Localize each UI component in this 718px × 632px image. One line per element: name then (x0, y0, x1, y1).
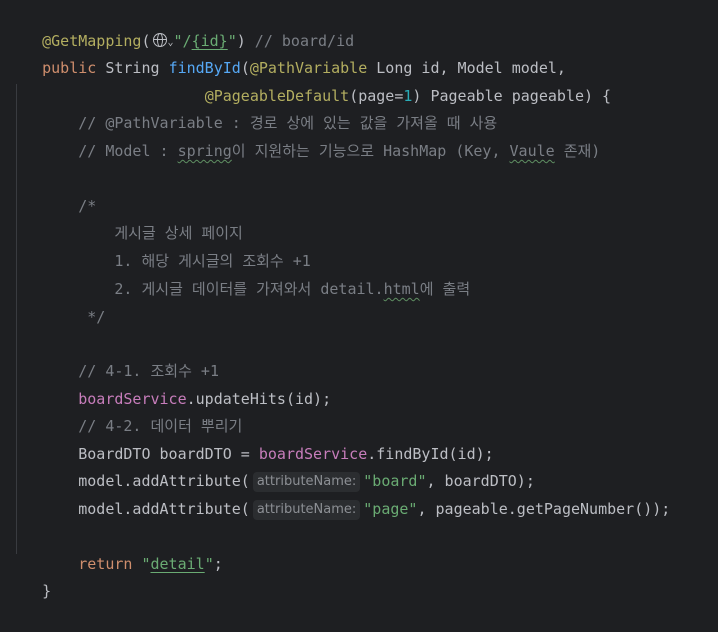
code-line-8[interactable]: 게시글 상세 페이지 (0, 193, 242, 242)
code-line-15[interactable]: // 4-2. 데이터 뿌리기 (0, 386, 242, 435)
code-line-13[interactable]: // 4-1. 조회수 +1 (0, 331, 219, 380)
code-line-9[interactable]: 1. 해당 게시글의 조회수 +1 (0, 221, 310, 270)
code-line-7[interactable]: /* (0, 166, 96, 215)
code-line-10[interactable]: 2. 게시글 데이터를 가져와서 detail.html에 출력 (0, 249, 470, 298)
code-line-20[interactable]: return "detail"; (0, 524, 223, 573)
code-line-17[interactable]: model.addAttribute(attributeName: "board"… (0, 441, 535, 492)
code-line-4[interactable]: // @PathVariable : 경로 상에 있는 값을 가져올 때 사용 (0, 83, 497, 132)
code-line-11[interactable]: */ (0, 277, 105, 326)
code-line-16[interactable]: BoardDTO boardDTO = boardService.findByI… (0, 414, 493, 463)
code-line-3[interactable]: @PageableDefault(page=1) Pageable pageab… (0, 56, 611, 105)
code-line-5[interactable]: // Model : spring이 지원하는 기능으로 HashMap (Ke… (0, 111, 600, 160)
parameter-hint: attributeName: (252, 500, 361, 520)
code-line-14[interactable]: boardService.updateHits(id); (0, 359, 331, 408)
code-editor[interactable]: @GetMapping(⌄"/{id}") // board/id public… (0, 0, 718, 600)
code-line-18[interactable]: model.addAttribute(attributeName: "page",… (0, 469, 670, 520)
code-line-21[interactable]: } (0, 551, 51, 600)
code-line-2[interactable]: public String findById(@PathVariable Lon… (0, 28, 566, 77)
code-line-1[interactable]: @GetMapping(⌄"/{id}") // board/id (0, 1, 354, 50)
